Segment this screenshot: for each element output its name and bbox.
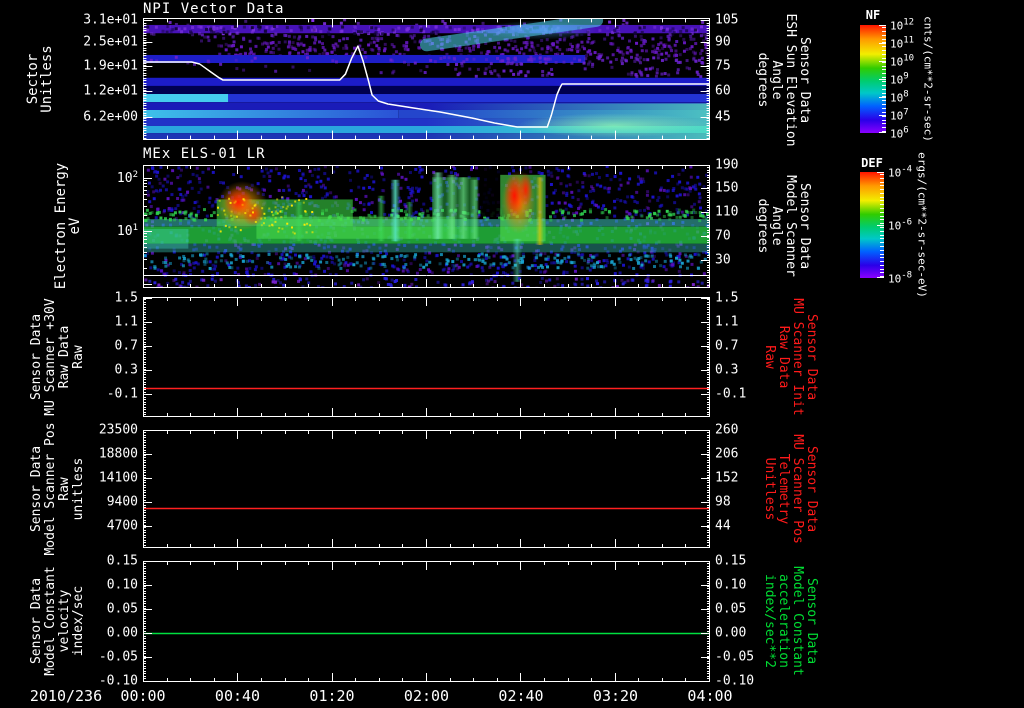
panel5-left-axis-label: Sensor Data Model Constant velocity inde…: [29, 566, 86, 676]
npi-vector-data-right-tick-label: 90: [715, 34, 731, 50]
npi-vector-data-right-tick-label: 75: [715, 58, 731, 74]
nf-colorbar-units-label: cnts/(cm**2-sr-sec): [921, 16, 935, 142]
mu-scanner-30v-right-tick-label: 1.1: [715, 314, 739, 330]
model-constant-velocity-plot-canvas: [143, 561, 710, 682]
npi-vector-data-left-tick-label: 1.9e+01: [83, 58, 138, 74]
model-scanner-pos-right-tick-label: 98: [715, 494, 731, 510]
def-colorbar-tick-label: 10-4: [888, 164, 913, 180]
model-constant-velocity-right-tick-label: 0.05: [715, 601, 747, 617]
model-scanner-pos-right-tick-label: 44: [715, 518, 731, 534]
def-colorbar-tick-label: 10-6: [888, 217, 913, 233]
panel1-right-axis-label: Sensor Data ESH Sun Elevation Angle degr…: [755, 13, 812, 147]
model-constant-velocity-left-tick-label: -0.05: [98, 649, 138, 665]
mu-scanner-30v-right-tick-label: 0.3: [715, 362, 739, 378]
model-constant-velocity-left-tick-label: 0.10: [106, 577, 138, 593]
mu-scanner-30v-left-tick-label: 0.7: [114, 338, 138, 354]
npi-vector-data-left-tick-label: 6.2e+00: [83, 109, 138, 125]
mex-els-01-lr-right-tick-label: 150: [715, 180, 739, 196]
panel4-right-axis-label: Sensor Data MU Scanner Pos Telemetry Uni…: [762, 434, 819, 544]
model-constant-velocity-right-tick-label: 0.10: [715, 577, 747, 593]
model-scanner-pos-plot-canvas: [143, 430, 710, 548]
npi-vector-data-right-tick-label: 105: [715, 12, 739, 28]
panel2-right-axis-label: Sensor Data Model Scanner Angle degrees: [755, 175, 812, 277]
panel1-title: NPI Vector Data: [143, 1, 285, 17]
mu-scanner-30v-right-tick-label: 1.5: [715, 290, 739, 306]
model-constant-velocity-right-tick-label: -0.05: [715, 649, 755, 665]
x-axis-tick-label: 00:00: [120, 687, 166, 705]
panel3-left-axis-label: Sensor Data MU Scanner +30V Raw Data Raw: [29, 298, 86, 416]
mex-els-01-lr-right-tick-label: 30: [715, 252, 731, 268]
npi-vector-data-right-tick-label: 45: [715, 109, 731, 125]
nf-colorbar-tick-label: 108: [890, 89, 909, 105]
mu-scanner-30v-left-tick-label: 1.5: [114, 290, 138, 306]
model-constant-velocity-left-tick-label: 0.15: [106, 553, 138, 569]
x-axis-tick-label: 03:20: [592, 687, 639, 705]
panel5-right-axis-label: Sensor Data Model Constant acceleration …: [762, 566, 819, 676]
nf-colorbar-tick-label: 1010: [890, 53, 915, 69]
x-axis-tick-label: 02:00: [403, 687, 450, 705]
mex-els-01-lr-left-tick-label: 102: [116, 169, 138, 187]
mu-scanner-30v-left-tick-label: -0.1: [106, 386, 138, 402]
mex-els-01-lr-right-tick-label: 70: [715, 228, 731, 244]
def-colorbar-tick-label: 10-8: [888, 270, 913, 286]
x-axis-tick-label: 02:40: [498, 687, 544, 705]
panel2-left-axis-label: Electron Energy eV: [53, 162, 83, 290]
nf-colorbar-title: NF: [865, 8, 881, 22]
nf-colorbar-tick-label: 1012: [890, 17, 915, 33]
nf-colorbar-tick-label: 109: [890, 71, 909, 87]
model-scanner-pos-left-tick-label: 14100: [98, 470, 138, 486]
npi-vector-data-left-tick-label: 1.2e+01: [83, 83, 138, 99]
x-axis-date-label: 2010/236: [29, 687, 103, 705]
model-scanner-pos-left-tick-label: 9400: [106, 494, 138, 510]
model-scanner-pos-right-tick-label: 260: [715, 422, 739, 438]
els-spectrogram-canvas: [143, 165, 710, 288]
npi-spectrogram-canvas: [143, 18, 710, 140]
mu-scanner-30v-right-tick-label: 0.7: [715, 338, 739, 354]
model-constant-velocity-right-tick-label: 0.15: [715, 553, 747, 569]
nf-colorbar-tick-label: 107: [890, 107, 909, 123]
nf-colorbar-tick-label: 106: [890, 125, 909, 141]
model-scanner-pos-left-tick-label: 18800: [98, 446, 138, 462]
nf-colorbar-tick-label: 1011: [890, 35, 915, 51]
x-axis-tick-label: 04:00: [687, 687, 733, 705]
model-scanner-pos-left-tick-label: 23500: [98, 422, 138, 438]
mu-scanner-30v-left-tick-label: 0.3: [114, 362, 138, 378]
model-constant-velocity-left-tick-label: 0.05: [106, 601, 138, 617]
mu-scanner-30v-plot-canvas: [143, 297, 710, 417]
model-scanner-pos-left-tick-label: 4700: [106, 518, 138, 534]
mex-els-01-lr-left-tick-label: 101: [116, 222, 138, 240]
panel2-title: MEx ELS-01 LR: [143, 146, 266, 162]
model-constant-velocity-right-tick-label: 0.00: [715, 625, 747, 641]
model-scanner-pos-right-tick-label: 206: [715, 446, 739, 462]
mex-els-01-lr-right-tick-label: 190: [715, 157, 739, 173]
def-colorbar-title: DEF: [861, 156, 883, 170]
npi-vector-data-left-tick-label: 2.5e+01: [83, 34, 138, 50]
panel1-left-axis-label: Sector Unitless: [25, 45, 55, 113]
mu-scanner-30v-right-tick-label: -0.1: [715, 386, 747, 402]
npi-vector-data-left-tick-label: 3.1e+01: [83, 12, 138, 28]
mu-scanner-30v-left-tick-label: 1.1: [114, 314, 138, 330]
def-colorbar-units-label: ergs/(cm**2-sr-sec-eV): [915, 152, 929, 298]
nf-colorbar: [860, 25, 886, 133]
panel4-left-axis-label: Sensor Data Model Scanner Pos Raw unitle…: [29, 422, 86, 556]
npi-vector-data-right-tick-label: 60: [715, 83, 731, 99]
mex-els-01-lr-right-tick-label: 110: [715, 204, 739, 220]
def-colorbar: [860, 172, 884, 278]
x-axis-tick-label: 00:40: [214, 687, 261, 705]
multi-panel-time-series-plot: NPI Vector Data MEx ELS-01 LR Sector Uni…: [0, 0, 1024, 708]
model-scanner-pos-right-tick-label: 152: [715, 470, 739, 486]
model-constant-velocity-left-tick-label: 0.00: [106, 625, 138, 641]
x-axis-tick-label: 01:20: [309, 687, 355, 705]
panel3-right-axis-label: Sensor Data MU Scanner Init Raw Data Raw: [762, 298, 819, 416]
